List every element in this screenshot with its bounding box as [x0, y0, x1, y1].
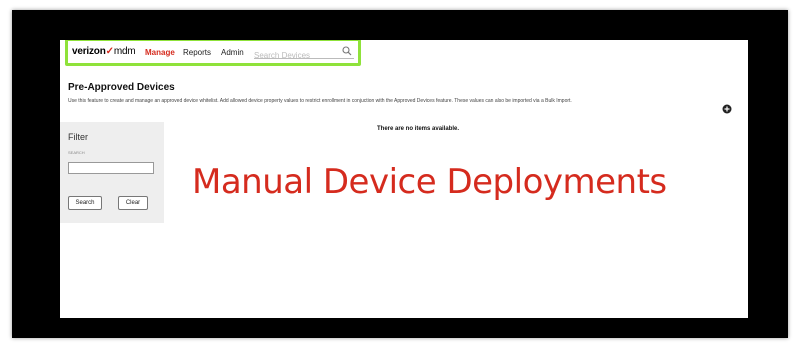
verizon-mdm-logo[interactable]: verizon✓mdm	[72, 46, 136, 57]
plus-circle-icon[interactable]	[722, 104, 732, 114]
nav-admin[interactable]: Admin	[221, 48, 244, 57]
top-navigation-bar: verizon✓mdm Manage Reports Admin	[60, 40, 748, 70]
video-frame: verizon✓mdm Manage Reports Admin Pre-App…	[12, 10, 788, 338]
logo-check-icon: ✓	[105, 46, 114, 57]
filter-search-field[interactable]	[68, 162, 154, 174]
search-devices-input[interactable]	[254, 50, 338, 60]
filter-panel: Filter SEARCH Search Clear	[60, 122, 164, 223]
device-search	[254, 45, 354, 60]
filter-title: Filter	[68, 132, 88, 142]
logo-product: mdm	[113, 46, 136, 57]
nav-reports[interactable]: Reports	[183, 48, 211, 57]
search-icon[interactable]	[342, 46, 352, 56]
filter-search-label: SEARCH	[68, 150, 85, 155]
empty-results-message: There are no items available.	[377, 126, 460, 132]
page-description: Use this feature to create and manage an…	[68, 98, 572, 104]
page-title: Pre-Approved Devices	[68, 82, 175, 93]
video-caption: Manual Device Deployments	[192, 162, 667, 202]
nav-manage[interactable]: Manage	[145, 48, 175, 57]
app-screen: verizon✓mdm Manage Reports Admin Pre-App…	[60, 40, 748, 318]
filter-clear-button[interactable]: Clear	[118, 196, 148, 210]
filter-search-button[interactable]: Search	[68, 196, 102, 210]
logo-brand: verizon	[72, 46, 106, 57]
